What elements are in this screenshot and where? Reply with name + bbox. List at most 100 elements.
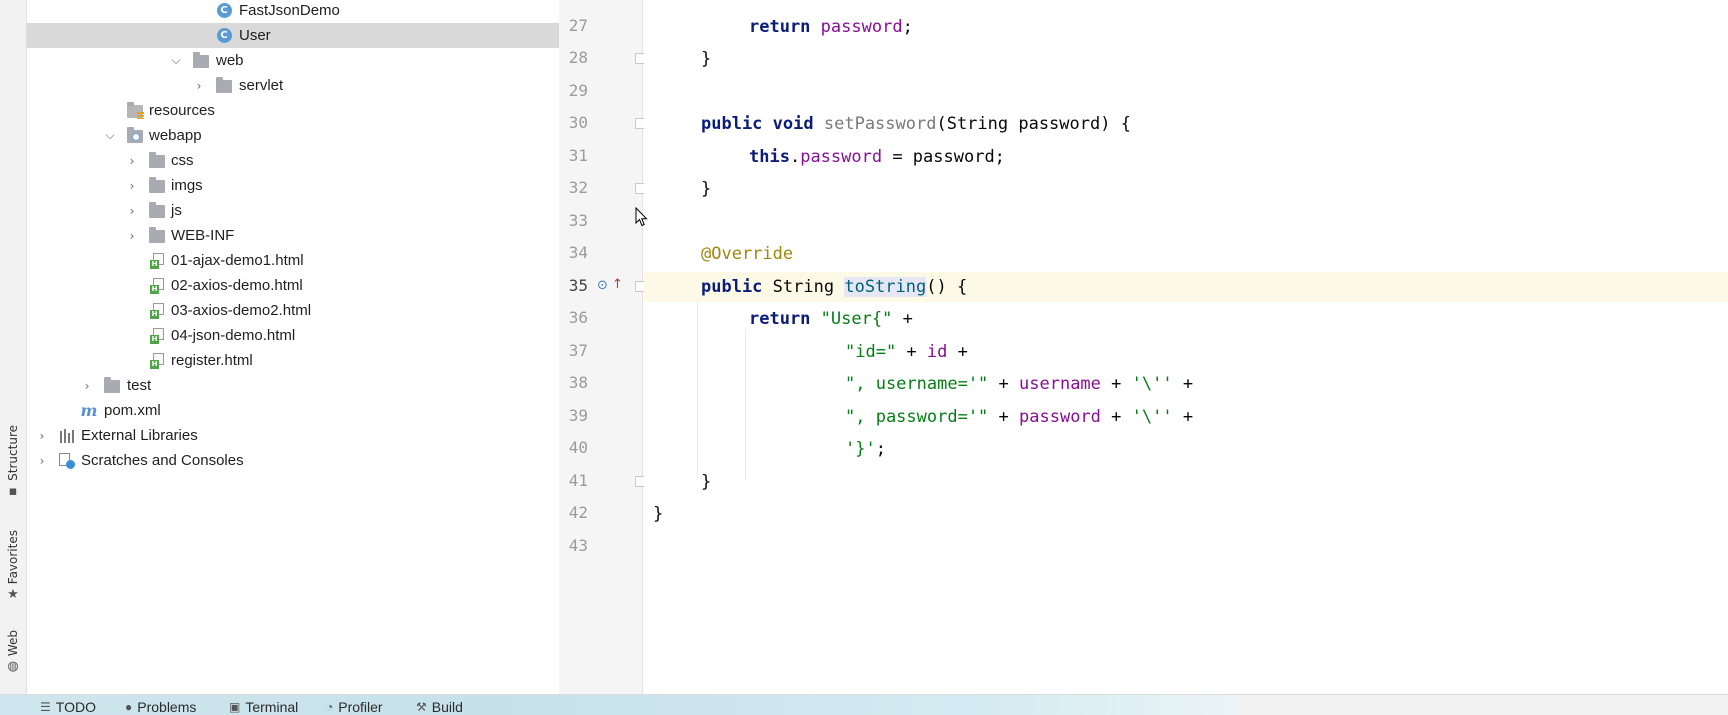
tree-item-webapp[interactable]: ⌵ webapp — [27, 123, 559, 148]
problems-tool-button[interactable]: ● Problems — [125, 699, 196, 715]
tree-item-pom[interactable]: m pom.xml — [27, 398, 559, 423]
problems-label: Problems — [137, 699, 197, 715]
structure-tool-button[interactable]: Structure ▪ — [2, 425, 24, 498]
line-number-current: 35 — [568, 276, 588, 295]
override-icon[interactable]: ⊙ — [597, 278, 608, 293]
chevron-right-icon[interactable]: › — [125, 204, 139, 218]
code-line-31[interactable]: this.password = password; — [644, 142, 1728, 172]
code-line-37[interactable]: "id=" + id + — [644, 337, 1728, 367]
tree-item-web[interactable]: ⌵ web — [27, 48, 559, 73]
tree-item-html-file[interactable]: H 03-axios-demo2.html — [27, 298, 559, 323]
keyword: public — [701, 114, 763, 134]
star-icon: ★ — [7, 587, 19, 603]
code-line-42[interactable]: } — [644, 499, 1728, 529]
favorites-label: Favorites — [6, 530, 20, 585]
chevron-right-icon[interactable]: › — [80, 379, 94, 393]
chevron-right-icon[interactable]: › — [35, 429, 49, 443]
tree-item-label: resources — [149, 102, 215, 119]
build-tool-button[interactable]: ⚒ Build — [416, 699, 463, 715]
editor-gutter: 27 28 29 30 31 32 33 34 35 36 37 38 39 4… — [559, 0, 648, 694]
hammer-icon: ⚒ — [416, 700, 427, 714]
chevron-right-icon[interactable]: › — [35, 454, 49, 468]
profiler-tool-button[interactable]: ◔ Profiler — [326, 699, 383, 715]
code-line-34[interactable]: @Override — [644, 239, 1728, 269]
tree-item-label: js — [171, 202, 182, 219]
html-file-icon: H — [149, 277, 165, 294]
left-tool-strip: Structure ▪ Favorites ★ Web ◍ — [0, 0, 27, 694]
tree-item-label: WEB-INF — [171, 227, 235, 244]
folder-icon — [149, 202, 165, 219]
operator: + — [1100, 407, 1132, 427]
punct: ; — [875, 439, 886, 459]
tree-item-js[interactable]: › js — [27, 198, 559, 223]
field-ref: password — [800, 147, 883, 167]
operator: + — [892, 309, 913, 329]
tree-item-label: servlet — [239, 77, 284, 94]
string-literal: ", password='" — [845, 407, 989, 427]
html-file-icon: H — [149, 252, 165, 269]
tree-item-label: Scratches and Consoles — [81, 452, 244, 469]
code-line-40[interactable]: '}'; — [644, 434, 1728, 464]
tree-item-label: webapp — [149, 127, 202, 144]
tree-item-html-file[interactable]: H register.html — [27, 348, 559, 373]
bottom-tool-bar: ☰ TODO ● Problems ▣ Terminal ◔ Profiler … — [0, 694, 1728, 715]
code-line-36[interactable]: return "User{" + — [644, 304, 1728, 334]
line-number: 39 — [568, 406, 588, 425]
code-line-38[interactable]: ", username='" + username + '\'' + — [644, 369, 1728, 399]
web-label: Web — [6, 630, 20, 657]
tree-item-test[interactable]: › test — [27, 373, 559, 398]
string-literal: "User{" — [820, 309, 893, 329]
brace: } — [701, 179, 712, 199]
tree-item-label: 01-ajax-demo1.html — [171, 252, 304, 269]
tree-item-css[interactable]: › css — [27, 148, 559, 173]
tree-item-user[interactable]: C User — [27, 23, 559, 48]
line-number: 31 — [568, 146, 588, 165]
web-tool-button[interactable]: Web ◍ — [2, 630, 24, 673]
code-line-32[interactable]: } — [644, 174, 1728, 204]
implements-arrow-icon[interactable]: ↑ — [612, 277, 623, 292]
operator: + — [947, 342, 968, 362]
code-line-30[interactable]: public void setPassword(String password)… — [644, 109, 1728, 139]
terminal-tool-button[interactable]: ▣ Terminal — [229, 699, 298, 715]
method-name: toString — [844, 277, 927, 297]
code-editor[interactable]: return password; } public void setPasswo… — [644, 0, 1728, 694]
field-ref: password — [1019, 407, 1101, 427]
tree-item-resources[interactable]: resources — [27, 98, 559, 123]
code-line-39[interactable]: ", password='" + password + '\'' + — [644, 402, 1728, 432]
resources-folder-icon — [127, 102, 144, 119]
tree-item-external-libraries[interactable]: › External Libraries — [27, 423, 559, 448]
tree-item-html-file[interactable]: H 01-ajax-demo1.html — [27, 248, 559, 273]
method-name: setPassword — [823, 114, 937, 134]
chevron-right-icon[interactable]: › — [192, 79, 206, 93]
terminal-label: Terminal — [245, 699, 299, 715]
type-name: String — [772, 277, 835, 297]
tree-item-label: register.html — [171, 352, 253, 369]
chevron-right-icon[interactable]: › — [125, 229, 139, 243]
line-number: 38 — [568, 373, 588, 392]
code-line-28[interactable]: } — [644, 44, 1728, 74]
todo-tool-button[interactable]: ☰ TODO — [40, 699, 96, 715]
keyword: return — [749, 309, 811, 329]
code-line-35-current[interactable]: public String toString() { — [644, 272, 1728, 302]
profiler-icon: ◔ — [326, 700, 334, 714]
tree-item-scratches[interactable]: › Scratches and Consoles — [27, 448, 559, 473]
favorites-tool-button[interactable]: Favorites ★ — [2, 530, 24, 601]
tree-item-html-file[interactable]: H 04-json-demo.html — [27, 323, 559, 348]
tree-item-fastjsondemo[interactable]: C FastJsonDemo — [27, 0, 559, 23]
folder-icon — [104, 377, 120, 394]
chevron-right-icon[interactable]: › — [125, 179, 139, 193]
chevron-down-icon[interactable]: ⌵ — [103, 128, 117, 143]
chevron-down-icon[interactable]: ⌵ — [169, 53, 183, 68]
tree-item-html-file[interactable]: H 02-axios-demo.html — [27, 273, 559, 298]
brace: } — [701, 472, 712, 492]
tree-item-label: FastJsonDemo — [239, 2, 340, 19]
code-line-27[interactable]: return password; — [644, 12, 1728, 42]
tree-item-web-inf[interactable]: › WEB-INF — [27, 223, 559, 248]
tree-item-label: web — [216, 52, 244, 69]
tree-item-servlet[interactable]: › servlet — [27, 73, 559, 98]
chevron-right-icon[interactable]: › — [125, 154, 139, 168]
line-number: 27 — [568, 16, 588, 35]
code-line-41[interactable]: } — [644, 467, 1728, 497]
tree-item-imgs[interactable]: › imgs — [27, 173, 559, 198]
keyword: void — [772, 114, 814, 134]
